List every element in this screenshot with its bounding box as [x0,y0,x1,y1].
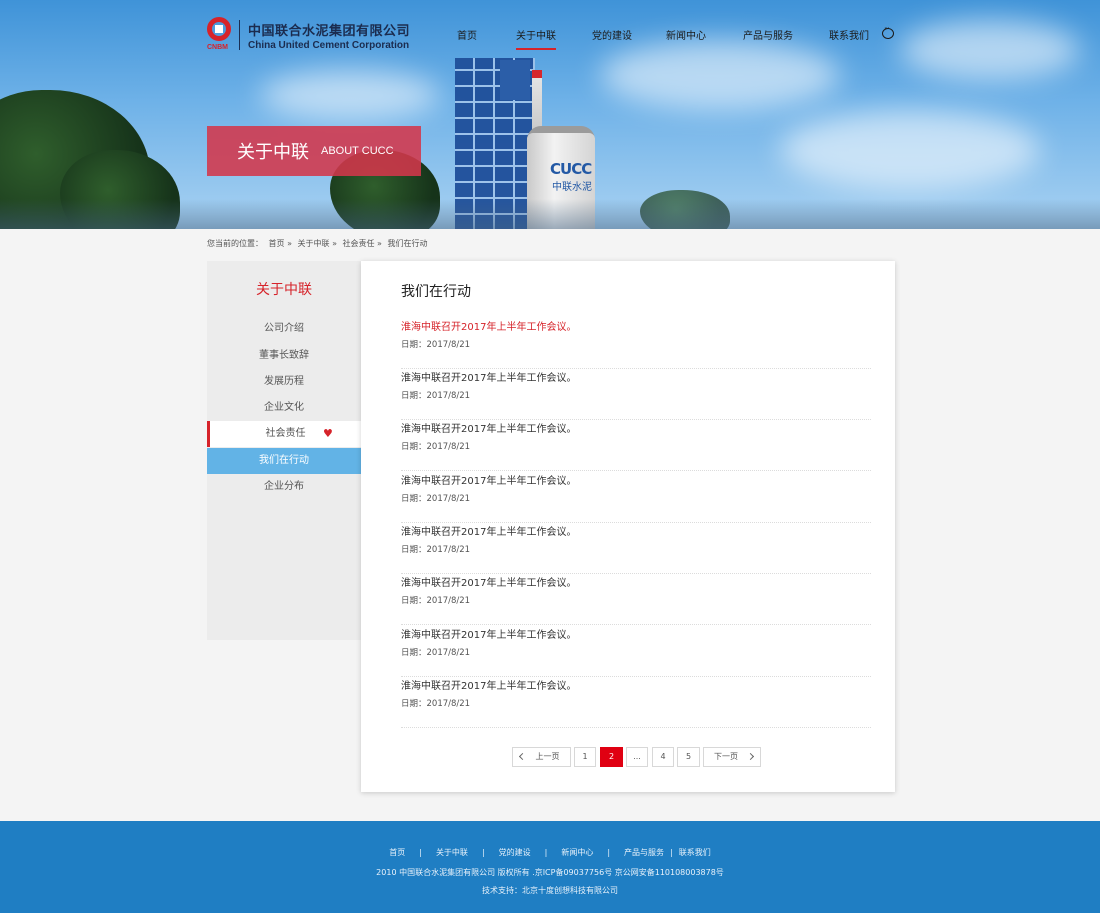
news-item: 淮海中联召开2017年上半年工作会议。 日期：2017/8/21 [401,420,871,471]
footer-nav: 首页 | 关于中联 | 党的建设 | 新闻中心 | 产品与服务 | 联系我们 [389,848,711,857]
news-item: 淮海中联召开2017年上半年工作会议。 日期：2017/8/21 [401,472,871,523]
breadcrumb-social[interactable]: 社会责任 » [343,239,382,248]
news-item: 淮海中联召开2017年上半年工作会议。 日期：2017/8/21 [401,369,871,420]
footer-link-news[interactable]: 新闻中心 [561,848,593,857]
footer-link-contact[interactable]: 联系我们 [679,848,711,857]
nav-contact[interactable]: 联系我们 [829,27,869,42]
next-page-button[interactable]: 下一页 [703,747,761,767]
breadcrumb-prefix: 您当前的位置： [207,239,263,248]
main-nav: 首页 关于中联 党的建设 新闻中心 产品与服务 联系我们 [0,27,1100,50]
page-button-current[interactable]: 2 [600,747,623,767]
footer-copyright: 2010 中国联合水泥集团有限公司 版权所有 .京ICP备09037756号 京… [376,868,724,877]
prev-page-label: 上一页 [535,752,560,761]
news-title[interactable]: 淮海中联召开2017年上半年工作会议。 [401,369,576,384]
news-date: 日期：2017/8/21 [401,442,471,452]
news-title[interactable]: 淮海中联召开2017年上半年工作会议。 [401,420,576,435]
nav-home[interactable]: 首页 [457,27,477,42]
news-item: 淮海中联召开2017年上半年工作会议。 日期：2017/8/21 [401,523,871,574]
banner-title-cn: 关于中联 [237,142,309,163]
news-item: 淮海中联召开2017年上半年工作会议。 日期：2017/8/21 [401,677,871,728]
next-page-label: 下一页 [714,752,738,761]
footer-link-about[interactable]: 关于中联 [436,848,468,857]
news-item: 淮海中联召开2017年上半年工作会议。 日期：2017/8/21 [401,574,871,625]
sidebar-item-label: 社会责任 [265,428,306,439]
silo-logo-text: CUCC [550,160,592,178]
nav-about[interactable]: 关于中联 [516,27,556,50]
news-date: 日期：2017/8/21 [401,545,471,555]
page-button[interactable]: 4 [652,747,674,767]
sidebar-item-history[interactable]: 发展历程 [207,369,361,395]
prev-page-button[interactable]: 上一页 [512,747,571,767]
news-date: 日期：2017/8/21 [401,648,471,658]
banner-title: 关于中联 ABOUT CUCC [207,126,421,176]
sidebar-item-intro[interactable]: 公司介绍 [207,316,361,342]
sidebar-item-social[interactable]: 社会责任 ♥ [207,421,361,447]
news-item: 淮海中联召开2017年上半年工作会议。 日期：2017/8/21 [401,318,871,369]
nav-products[interactable]: 产品与服务 [743,27,793,42]
sidebar-title: 关于中联 [256,282,312,298]
breadcrumb-current: 我们在行动 [387,239,428,248]
heart-icon: ♥ [323,427,333,440]
breadcrumb-about[interactable]: 关于中联 » [298,239,337,248]
footer-link-home[interactable]: 首页 [389,848,405,857]
main-content: 我们在行动 淮海中联召开2017年上半年工作会议。 日期：2017/8/21 淮… [361,261,895,792]
breadcrumb: 您当前的位置： 首页 » 关于中联 » 社会责任 » 我们在行动 [207,238,431,249]
footer: 首页 | 关于中联 | 党的建设 | 新闻中心 | 产品与服务 | 联系我们 2010 中国联合水泥… [0,821,1100,913]
news-title[interactable]: 淮海中联召开2017年上半年工作会议。 [401,523,576,538]
sidebar-item-chairman[interactable]: 董事长致辞 [207,343,361,369]
chevron-right-icon [746,752,755,761]
silo-logo-subtext: 中联水泥 [552,182,592,193]
chevron-left-icon [518,752,527,761]
nav-news[interactable]: 新闻中心 [666,27,706,42]
page-button[interactable]: 5 [677,747,700,767]
page-ellipsis: ... [626,747,648,767]
news-title[interactable]: 淮海中联召开2017年上半年工作会议。 [401,574,576,589]
page-title: 我们在行动 [401,284,471,300]
sidebar-item-distribution[interactable]: 企业分布 [207,474,361,500]
footer-link-products[interactable]: 产品与服务 [624,848,664,857]
banner-title-en: ABOUT CUCC [321,145,394,157]
footer-tech-support: 技术支持：北京十度创想科技有限公司 [482,886,618,895]
news-item: 淮海中联召开2017年上半年工作会议。 日期：2017/8/21 [401,626,871,677]
news-date: 日期：2017/8/21 [401,391,471,401]
hero-banner: CUCC 中联水泥 CNBM 中国联合水泥集团有限公司 China United… [0,0,1100,229]
page-button[interactable]: 1 [574,747,596,767]
news-date: 日期：2017/8/21 [401,699,471,709]
chat-bubble-icon[interactable] [882,24,894,39]
news-title[interactable]: 淮海中联召开2017年上半年工作会议。 [401,626,576,641]
news-date: 日期：2017/8/21 [401,596,471,606]
nav-party[interactable]: 党的建设 [592,27,632,42]
news-date: 日期：2017/8/21 [401,340,471,350]
sidebar-item-culture[interactable]: 企业文化 [207,395,361,421]
sidebar-item-action[interactable]: 我们在行动 [207,448,361,474]
news-title[interactable]: 淮海中联召开2017年上半年工作会议。 [401,318,576,333]
news-title[interactable]: 淮海中联召开2017年上半年工作会议。 [401,677,576,692]
sidebar: 关于中联 公司介绍 董事长致辞 发展历程 企业文化 社会责任 ♥ 我们在行动 企… [207,261,361,640]
news-date: 日期：2017/8/21 [401,494,471,504]
footer-link-party[interactable]: 党的建设 [499,848,531,857]
news-title[interactable]: 淮海中联召开2017年上半年工作会议。 [401,472,576,487]
breadcrumb-home[interactable]: 首页 » [269,239,292,248]
